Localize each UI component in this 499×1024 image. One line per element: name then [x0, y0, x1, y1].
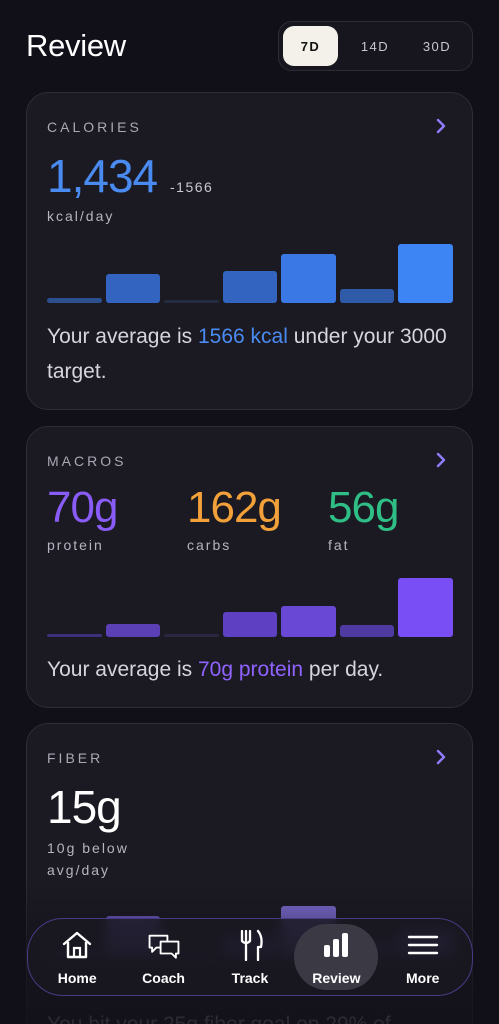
chart-bar: [339, 625, 395, 637]
range-30d-button[interactable]: 30D: [406, 26, 468, 66]
chart-bar: [398, 578, 453, 637]
macro-carbs: 162g carbs: [187, 483, 282, 553]
chat-icon: [147, 929, 181, 966]
chevron-right-icon[interactable]: [432, 748, 450, 766]
chart-bar: [47, 634, 102, 637]
calories-bar-chart: [47, 241, 453, 303]
chart-bar: [398, 244, 453, 303]
chart-bar: [222, 611, 278, 637]
chart-bar: [105, 273, 161, 303]
calories-summary: Your average is 1566 kcal under your 300…: [47, 319, 452, 389]
macros-summary: Your average is 70g protein per day.: [47, 652, 452, 687]
chart-bar: [105, 624, 161, 637]
tab-home[interactable]: Home: [35, 924, 119, 990]
calories-summary-pre: Your average is: [47, 325, 198, 348]
tab-home-label: Home: [57, 969, 97, 986]
tab-more-label: More: [406, 969, 440, 986]
chart-bar: [47, 298, 102, 303]
calories-value: 1,434: [47, 150, 158, 202]
macros-label: MACROS: [47, 453, 127, 469]
chart-bar: [222, 270, 278, 303]
fiber-summary: You hit your 25g fiber goal on 29% of: [47, 1007, 452, 1024]
header: Review 7D 14D 30D: [0, 0, 499, 90]
calories-card[interactable]: CALORIES 1,434 -1566 kcal/day Your avera…: [26, 92, 473, 410]
menu-icon: [406, 929, 440, 966]
chart-bar: [339, 289, 395, 303]
tab-review[interactable]: Review: [294, 924, 379, 990]
chart-bar: [164, 300, 219, 303]
macros-bar-chart: [47, 575, 453, 637]
chevron-right-icon[interactable]: [432, 117, 450, 135]
chart-bar: [281, 605, 336, 637]
tab-more[interactable]: More: [381, 924, 465, 990]
macro-protein: 70g protein: [47, 483, 118, 553]
home-icon: [60, 929, 94, 966]
range-selector: 7D 14D 30D: [278, 21, 473, 71]
macros-summary-highlight: 70g protein: [198, 658, 304, 681]
fiber-label: FIBER: [47, 750, 104, 766]
tab-track-label: Track: [231, 969, 269, 986]
macro-carbs-value: 162g: [187, 483, 282, 532]
range-14d-button[interactable]: 14D: [344, 26, 406, 66]
tab-coach-label: Coach: [142, 969, 185, 986]
tab-track[interactable]: Track: [208, 924, 292, 990]
fork-knife-icon: [233, 929, 267, 966]
macro-protein-label: protein: [47, 537, 104, 553]
calories-summary-highlight: 1566 kcal: [198, 325, 288, 348]
calories-unit: kcal/day: [47, 208, 115, 224]
range-7d-button[interactable]: 7D: [283, 26, 338, 66]
macro-fat: 56g fat: [328, 483, 399, 553]
tab-review-label: Review: [312, 969, 361, 986]
chart-bar: [164, 634, 219, 637]
tab-coach[interactable]: Coach: [122, 924, 206, 990]
macro-fat-label: fat: [328, 537, 350, 553]
chart-bar: [281, 254, 336, 303]
macros-card[interactable]: MACROS 70g protein 162g carbs 56g fat Yo…: [26, 426, 473, 708]
tab-bar: Home Coach Track Review More: [27, 918, 473, 996]
chevron-right-icon[interactable]: [432, 451, 450, 469]
fiber-below: 10g below: [47, 840, 129, 856]
page-title: Review: [26, 28, 126, 63]
macros-summary-post: per day.: [303, 658, 384, 681]
calories-label: CALORIES: [47, 119, 142, 135]
bar-chart-icon: [319, 929, 353, 966]
macro-carbs-label: carbs: [187, 537, 232, 553]
macro-fat-value: 56g: [328, 483, 399, 532]
calories-delta: -1566: [170, 179, 214, 195]
macros-summary-pre: Your average is: [47, 658, 198, 681]
macro-protein-value: 70g: [47, 483, 118, 532]
fiber-value: 15g: [47, 781, 122, 833]
fiber-unit: avg/day: [47, 862, 111, 878]
